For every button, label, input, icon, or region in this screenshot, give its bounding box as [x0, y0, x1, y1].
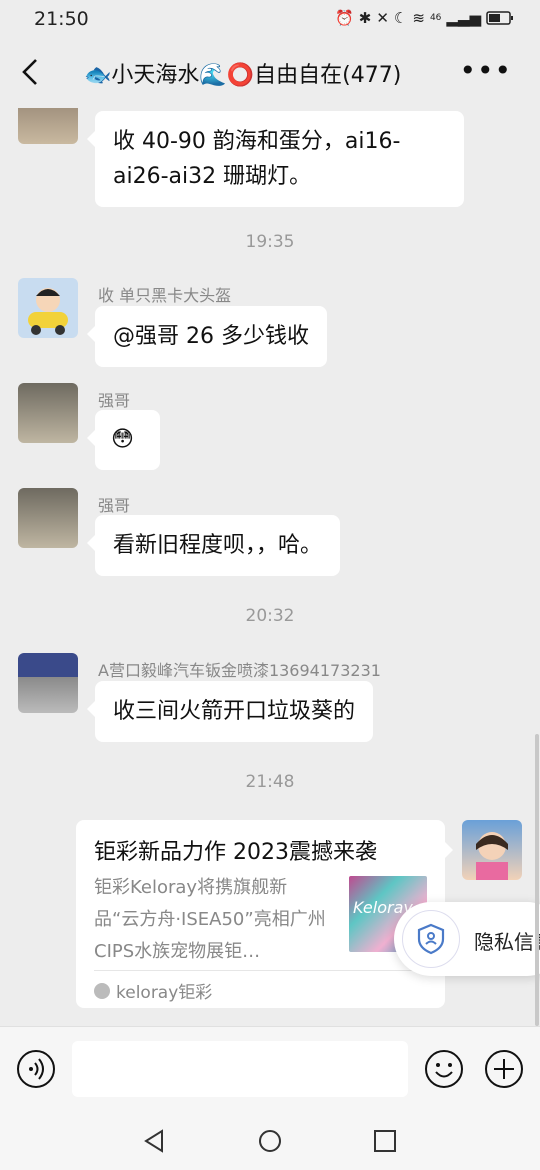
- message-list[interactable]: 收 40-90 韵海和蛋分，ai16-ai26-ai32 珊瑚灯。 19:35 …: [0, 108, 540, 1026]
- scrollbar[interactable]: [535, 734, 539, 1026]
- emoji-icon[interactable]: [424, 1049, 464, 1089]
- card-title: 钜彩新品力作 2023震撼来袭: [94, 840, 377, 865]
- avatar[interactable]: [18, 278, 78, 338]
- signal-icon: ▂▃▅: [446, 9, 481, 27]
- mute-icon: ✕: [376, 9, 389, 27]
- chat-title: 🐟小天海水🌊⭕自由自在(477): [84, 63, 402, 88]
- more-options-icon[interactable]: •••: [459, 54, 512, 87]
- moon-icon: ☾: [393, 9, 408, 27]
- system-navigation: [0, 1114, 540, 1170]
- message-bubble[interactable]: 收三间火箭开口垃圾葵的: [86, 681, 374, 742]
- back-icon[interactable]: [16, 52, 46, 92]
- card-source: keloray钜彩: [94, 978, 212, 1003]
- avatar[interactable]: [18, 108, 78, 144]
- message-bubble[interactable]: @强哥 26 多少钱收: [87, 306, 327, 367]
- message-bubble[interactable]: 😳: [87, 410, 160, 470]
- timestamp: 19:35: [245, 232, 295, 252]
- message-input[interactable]: [72, 1041, 408, 1097]
- battery-icon: [486, 11, 513, 25]
- sender-name: 强哥: [98, 496, 131, 515]
- status-time: 21:50: [34, 8, 89, 30]
- input-bar: [0, 1026, 540, 1115]
- bluetooth-icon: ✱: [358, 9, 372, 27]
- nav-back-icon[interactable]: [142, 1128, 168, 1154]
- voice-icon[interactable]: [16, 1049, 56, 1089]
- sender-name: 强哥: [98, 391, 131, 410]
- privacy-popup[interactable]: 隐私信息: [394, 902, 540, 976]
- sender-name: A营口毅峰汽车钣金喷漆13694173231: [98, 661, 381, 680]
- plus-icon[interactable]: [484, 1049, 524, 1089]
- avatar[interactable]: [18, 653, 78, 713]
- wifi-icon: ≋: [412, 9, 425, 27]
- sender-name: 收 单只黑卡大头盔: [98, 286, 232, 305]
- divider: [94, 970, 427, 971]
- privacy-shield-icon[interactable]: [402, 910, 460, 968]
- network-label: 46: [429, 13, 442, 23]
- message-bubble[interactable]: 看新旧程度呗，，哈。: [86, 515, 341, 576]
- avatar-self[interactable]: [462, 820, 522, 880]
- source-label: keloray钜彩: [116, 983, 213, 1003]
- source-icon: [94, 982, 110, 999]
- avatar[interactable]: [18, 383, 78, 443]
- timestamp: 21:48: [245, 772, 295, 792]
- privacy-label[interactable]: 隐私信息: [474, 926, 540, 955]
- status-icons: ⏰ ✱ ✕ ☾ ≋ 46 ▂▃▅: [335, 9, 514, 27]
- message-bubble[interactable]: 收 40-90 韵海和蛋分，ai16-ai26-ai32 珊瑚灯。: [87, 111, 464, 207]
- avatar[interactable]: [18, 488, 78, 548]
- chat-header: 🐟小天海水🌊⭕自由自在(477) •••: [0, 40, 540, 108]
- card-description: 钜彩Keloray将携旗舰新品“云方舟·ISEA50”亮相广州CIPS水族宠物展…: [94, 877, 326, 962]
- nav-recents-icon[interactable]: [372, 1128, 398, 1154]
- timestamp: 20:32: [245, 606, 295, 626]
- status-bar: 21:50 ⏰ ✱ ✕ ☾ ≋ 46 ▂▃▅: [0, 0, 540, 40]
- alarm-icon: ⏰: [335, 9, 354, 27]
- link-card[interactable]: 钜彩新品力作 2023震撼来袭 钜彩Keloray将携旗舰新品“云方舟·ISEA…: [76, 820, 453, 1008]
- nav-home-icon[interactable]: [257, 1128, 283, 1154]
